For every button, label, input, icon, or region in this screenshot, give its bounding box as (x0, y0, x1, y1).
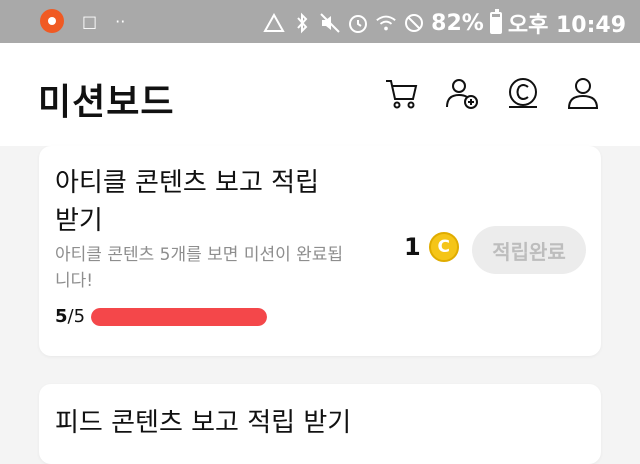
mission-title-line1: 아티클 콘텐츠 보고 적립 (55, 168, 319, 198)
app-header: 미션보드 (0, 43, 640, 146)
mission-card-article: 아티클 콘텐츠 보고 적립 받기 아티클 콘텐츠 5개를 보면 미션이 완료됩니… (39, 146, 601, 356)
screen-record-icon (40, 9, 64, 33)
progress-bar (91, 307, 268, 326)
progress-count: 5 (55, 306, 68, 327)
claim-complete-button[interactable]: 적립완료 (472, 226, 586, 274)
do-not-disturb-icon (403, 11, 425, 35)
progress-total: /5 (67, 306, 86, 327)
cart-icon[interactable] (384, 75, 420, 111)
square-icon: □ (82, 11, 98, 31)
status-left: □ ·· (40, 9, 125, 33)
progress-bar-fill (91, 307, 268, 326)
mission-description: 아티클 콘텐츠 5개를 보면 미션이 완료됩니다! (55, 245, 344, 291)
status-bar: □ ·· 82% 오후 10:49 (0, 0, 640, 43)
mission-list: 아티클 콘텐츠 보고 적립 받기 아티클 콘텐츠 5개를 보면 미션이 완료됩니… (0, 146, 640, 464)
status-time: 오후 10:49 (507, 13, 626, 38)
mission-title-line2: 받기 (55, 206, 103, 236)
bluetooth-icon (291, 11, 313, 35)
coin-icon: C (428, 232, 459, 262)
mission-title-line1: 피드 콘텐츠 보고 적립 받기 (55, 408, 352, 438)
page-title: 미션보드 (38, 82, 175, 123)
battery-icon (489, 9, 502, 34)
mission-card-feed: 피드 콘텐츠 보고 적립 받기 (39, 384, 601, 464)
wifi-icon (375, 11, 397, 35)
mute-icon (319, 11, 341, 35)
battery-percent: 82% (431, 10, 484, 36)
reward-amount: 1 (404, 233, 421, 261)
coin-history-icon[interactable] (505, 75, 541, 111)
add-friend-icon[interactable] (444, 75, 480, 111)
mission-progress: 5 /5 (55, 306, 268, 327)
mission-reward: 1 C (404, 232, 459, 262)
alarm-icon (347, 11, 369, 35)
data-saver-icon (263, 11, 285, 35)
dots-icon: ·· (115, 11, 126, 31)
profile-icon[interactable] (565, 75, 601, 111)
battery-fill (491, 17, 500, 32)
status-right: 82% 오후 10:49 (263, 7, 626, 39)
